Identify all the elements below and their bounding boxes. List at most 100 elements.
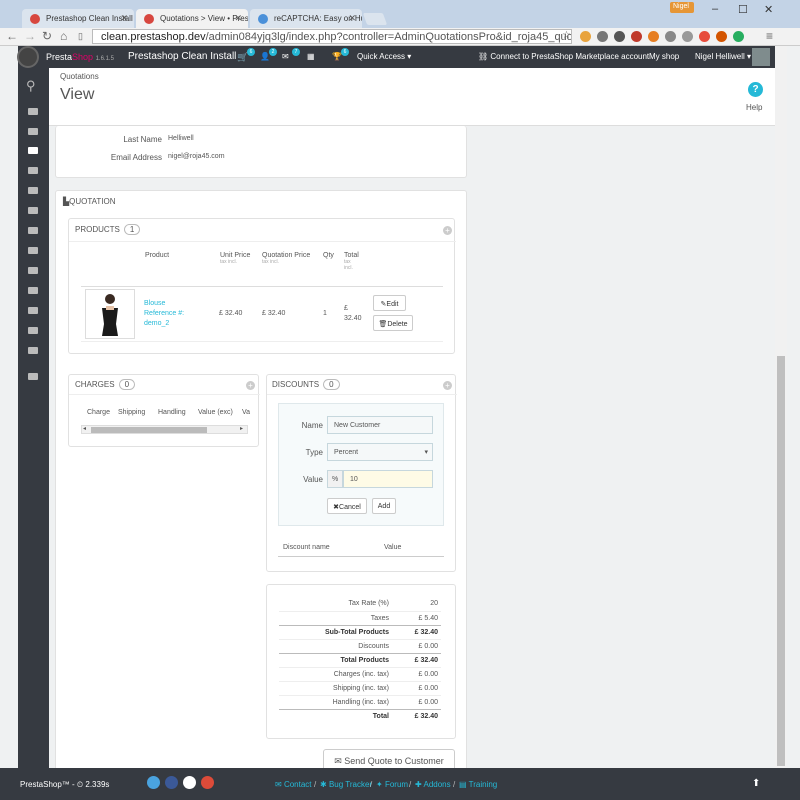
my-shop-link[interactable]: My shop <box>649 52 679 61</box>
shipping-icon[interactable] <box>28 247 38 254</box>
admin-sidebar: ⚲ <box>18 68 49 768</box>
edit-product-button[interactable]: ✎Edit <box>373 295 406 311</box>
google-plus-icon[interactable] <box>201 776 214 789</box>
close-window-icon[interactable]: ✕ <box>764 3 773 16</box>
delete-product-button[interactable]: 🗑Delete <box>373 315 413 331</box>
col-qty: Qty <box>323 252 334 259</box>
blouse-image-icon <box>102 294 118 336</box>
shop-name[interactable]: Prestashop Clean Install <box>128 51 236 62</box>
col-value-exc: Value (exc) <box>198 409 233 416</box>
discount-name-input[interactable]: New Customer <box>327 416 433 434</box>
scroll-right-icon[interactable]: ▸ <box>240 425 243 432</box>
footer-contact-link[interactable]: ✉ Contact <box>275 780 312 789</box>
search-icon[interactable]: ⚲ <box>26 78 36 94</box>
scroll-to-top-icon[interactable]: ⬆ <box>752 778 760 789</box>
orders-icon[interactable] <box>28 167 38 174</box>
employee-avatar[interactable] <box>752 48 770 66</box>
extension-icon[interactable] <box>665 31 676 42</box>
page-scrollbar[interactable] <box>775 46 787 768</box>
extension-icon[interactable] <box>614 31 625 42</box>
add-product-icon[interactable]: + <box>443 226 452 235</box>
home-icon[interactable]: ⌂ <box>60 29 67 43</box>
col-quotation-price: Quotation Price tax incl. <box>262 252 311 265</box>
twitter-icon[interactable] <box>147 776 160 789</box>
browser-tab-strip: Prestashop Clean Install ✕ Quotations > … <box>0 0 800 28</box>
product-thumbnail[interactable] <box>85 289 135 339</box>
add-discount-button[interactable]: Add <box>372 498 396 514</box>
customers-badge: 2 <box>269 48 277 56</box>
facebook-icon[interactable] <box>165 776 178 789</box>
preferences-icon[interactable] <box>28 287 38 294</box>
cancel-discount-button[interactable]: ✖Cancel <box>327 498 367 514</box>
quotations-icon[interactable] <box>28 147 38 154</box>
sidebar-toggle-avatar[interactable] <box>17 46 39 68</box>
extension-icon[interactable] <box>733 31 744 42</box>
extension-icon[interactable] <box>716 31 727 42</box>
footer-training-link[interactable]: ▤ Training <box>459 780 497 789</box>
customers-icon[interactable] <box>28 187 38 194</box>
col-handling: Handling <box>158 409 186 416</box>
browser-menu-icon[interactable]: ≡ <box>766 29 773 43</box>
discount-type-select[interactable]: Percent ▾ <box>327 443 433 461</box>
discount-value-input[interactable]: 10 <box>343 470 433 488</box>
close-tab-icon[interactable]: ✕ <box>348 13 356 24</box>
help-icon[interactable]: ? <box>748 82 763 97</box>
quick-access-menu[interactable]: Quick Access ▾ <box>357 52 411 61</box>
product-name-link[interactable]: Blouse <box>144 299 165 309</box>
footer-forum-link[interactable]: ✦ Forum <box>376 780 408 789</box>
new-tab-button[interactable] <box>362 13 388 25</box>
add-charge-icon[interactable]: + <box>246 381 255 390</box>
modules-icon[interactable] <box>28 227 38 234</box>
extension-icon[interactable] <box>631 31 642 42</box>
add-discount-icon[interactable]: + <box>443 381 452 390</box>
extension-icon[interactable] <box>682 31 693 42</box>
charges-horizontal-scrollbar[interactable]: ◂ ▸ <box>81 425 248 434</box>
browser-tab-3[interactable]: reCAPTCHA: Easy on Hum ✕ <box>250 9 362 28</box>
discounts-count: 0 <box>323 379 340 390</box>
price-rules-icon[interactable] <box>28 207 38 214</box>
marketplace-link[interactable]: ⛓ Connect to PrestaShop Marketplace acco… <box>478 52 649 61</box>
stats-icon[interactable] <box>28 347 38 354</box>
messages-icon[interactable]: ✉ <box>282 52 289 61</box>
extension-icon[interactable] <box>648 31 659 42</box>
extension-icon[interactable] <box>597 31 608 42</box>
help-label[interactable]: Help <box>746 103 762 112</box>
forward-arrow-icon[interactable]: → <box>24 29 36 43</box>
bookmark-star-icon[interactable]: ☆ <box>562 30 571 41</box>
orders-badge: 6 <box>247 48 255 56</box>
catalog-icon[interactable] <box>28 128 38 135</box>
email-label: Email Address <box>110 153 162 162</box>
qty-value: 1 <box>323 310 327 317</box>
browser-user-badge[interactable]: Nigel <box>670 2 694 13</box>
calculator-icon[interactable]: ▦ <box>307 52 315 61</box>
collapse-menu-icon[interactable] <box>28 373 38 380</box>
percent-addon: % <box>327 470 343 488</box>
charges-scroll-thumb[interactable] <box>91 427 207 433</box>
scrollbar-thumb[interactable] <box>777 356 785 766</box>
minimize-icon[interactable]: – <box>712 3 718 15</box>
close-tab-icon[interactable]: ✕ <box>234 13 242 24</box>
back-arrow-icon[interactable]: ← <box>6 29 18 43</box>
github-icon[interactable] <box>183 776 196 789</box>
totals-row: Handling (inc. tax) £ 0.00 <box>279 695 441 709</box>
maximize-icon[interactable]: ☐ <box>738 3 748 16</box>
scroll-left-icon[interactable]: ◂ <box>83 425 86 432</box>
extension-icon[interactable] <box>580 31 591 42</box>
advanced-parameters-icon[interactable] <box>28 307 38 314</box>
prestashop-logo[interactable]: PrestaShop 1.6.1.5 <box>46 52 114 62</box>
footer-bug-tracker-link[interactable]: ✱ Bug Tracker <box>320 780 372 789</box>
dashboard-icon[interactable] <box>28 108 38 115</box>
browser-tab-2[interactable]: Quotations > View • Presta ✕ <box>136 9 248 28</box>
reload-icon[interactable]: ↻ <box>42 29 52 43</box>
recaptcha-favicon-icon <box>258 14 268 24</box>
administration-icon[interactable] <box>28 327 38 334</box>
employee-menu[interactable]: Nigel Helliwell ▾ <box>695 52 751 61</box>
url-bar[interactable]: clean.prestashop.dev/admin084yjq3lg/inde… <box>92 29 572 44</box>
browser-tab-1[interactable]: Prestashop Clean Install ✕ <box>22 9 134 28</box>
footer-addons-link[interactable]: ✚ Addons <box>415 780 451 789</box>
close-tab-icon[interactable]: ✕ <box>120 13 128 24</box>
breadcrumb[interactable]: Quotations <box>60 72 99 81</box>
col-charge: Charge <box>87 409 110 416</box>
localization-icon[interactable] <box>28 267 38 274</box>
pinterest-icon[interactable] <box>699 31 710 42</box>
